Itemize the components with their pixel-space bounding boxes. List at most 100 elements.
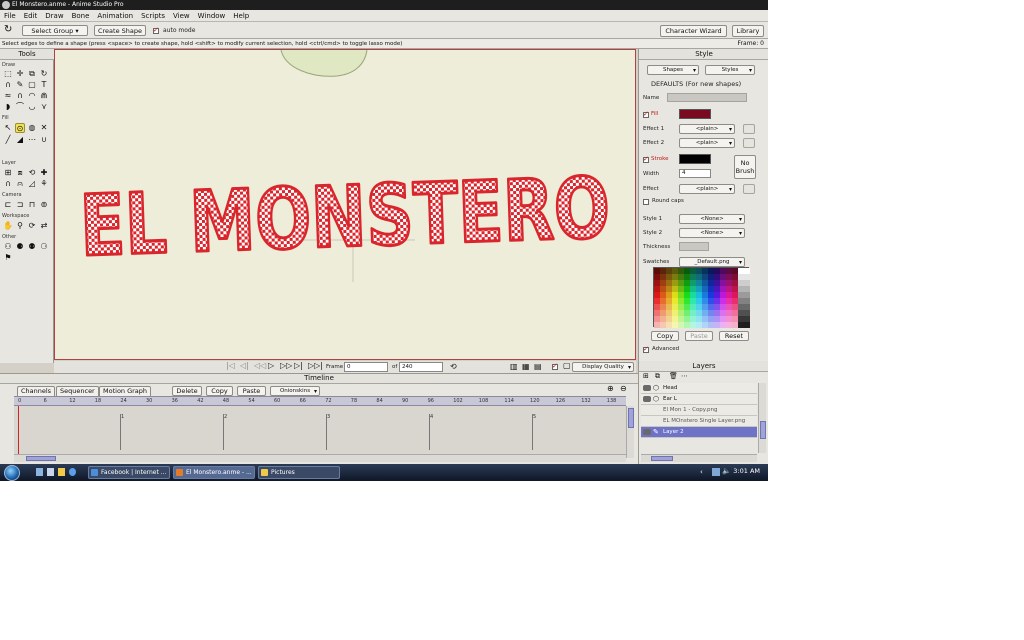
play-back-icon[interactable]: ◁◁ [254, 361, 266, 370]
auto-mode-checkbox[interactable] [153, 26, 159, 34]
text-icon[interactable]: T [39, 80, 49, 90]
timeline-scrollbar[interactable] [626, 406, 634, 458]
frame-input[interactable]: 0 [344, 362, 388, 372]
effect1-edit-button[interactable] [743, 124, 755, 134]
new-layer-icon[interactable]: ⊞ [643, 372, 649, 380]
bone-tool-icon[interactable]: ⚈ [15, 242, 25, 252]
shear-icon[interactable]: ⋒ [39, 91, 49, 101]
styles-dropdown[interactable]: Styles [705, 65, 755, 75]
advanced-checkbox[interactable] [643, 345, 649, 353]
menu-view[interactable]: View [173, 12, 190, 20]
bend-icon[interactable]: ◗ [3, 102, 13, 112]
task-anime-studio[interactable]: El Monstero.anme - ... [173, 466, 255, 479]
layers-hscrollbar[interactable] [641, 454, 757, 462]
roll-camera-icon[interactable]: ⊓ [27, 200, 37, 210]
shear-layer-icon[interactable]: ⩀ [15, 179, 25, 189]
switch-layer-icon[interactable]: ◿ [27, 179, 37, 189]
tray-expand-icon[interactable]: ‹ [700, 468, 703, 476]
paint-bucket-icon[interactable]: ◍ [27, 123, 37, 133]
extra-tool-icon[interactable]: ⚑ [3, 253, 13, 263]
layers-scrollbar[interactable] [758, 383, 766, 453]
menu-draw[interactable]: Draw [45, 12, 63, 20]
frame-guide-icon[interactable]: ▦ [522, 362, 530, 371]
set-origin-icon[interactable]: ⊞ [3, 168, 13, 178]
effect2-edit-button[interactable] [743, 138, 755, 148]
effect2-dropdown[interactable]: <plain> [679, 138, 735, 148]
copy-style-button[interactable]: Copy [651, 331, 679, 341]
layer-row[interactable]: EL MOnstero Single Layer.png [641, 416, 757, 427]
copy-key-button[interactable]: Copy [206, 386, 233, 396]
step-back-icon[interactable]: ◁| [240, 361, 249, 370]
thickness-field[interactable] [679, 242, 709, 251]
layer-settings-icon[interactable]: ⋯ [681, 372, 688, 380]
paste-style-button[interactable]: Paste [685, 331, 713, 341]
delete-edge-icon[interactable]: ◡ [27, 102, 37, 112]
layer-row[interactable]: El Mon 1 - Copy.png [641, 405, 757, 416]
quicklaunch-folder-icon[interactable] [58, 468, 65, 476]
select-group-dropdown[interactable]: Select Group ▾ [22, 25, 88, 36]
lasso-icon[interactable]: ↻ [4, 24, 12, 35]
step-forward-icon[interactable]: ▷▷ [280, 361, 292, 370]
pan-tilt-camera-icon[interactable]: ⊚ [39, 200, 49, 210]
delete-key-button[interactable]: Delete [172, 386, 202, 396]
width-input[interactable]: 4 [679, 169, 711, 178]
timeline-scroll-thumb[interactable] [628, 408, 634, 428]
total-frames-input[interactable]: 240 [399, 362, 443, 372]
effect1-dropdown[interactable]: <plain> [679, 124, 735, 134]
effect-edit-button[interactable] [743, 184, 755, 194]
menu-edit[interactable]: Edit [24, 12, 38, 20]
quicklaunch-browser-icon[interactable] [69, 468, 76, 476]
play-icon[interactable]: ▷ [268, 361, 274, 370]
layer-row[interactable]: ⬡ Head [641, 383, 757, 394]
menu-bone[interactable]: Bone [72, 12, 90, 20]
drawing-canvas[interactable]: EL MONSTERO [54, 49, 636, 360]
perspective-icon[interactable]: ◠ [27, 91, 37, 101]
scale-points-icon[interactable]: ⧉ [27, 69, 37, 79]
line-width-icon[interactable]: ╱ [3, 135, 13, 145]
curve-profile-icon[interactable]: ∪ [39, 135, 49, 145]
color-palette[interactable] [653, 267, 750, 328]
curvature-icon[interactable]: ≈ [3, 91, 13, 101]
display-quality-dropdown[interactable]: Display Quality [572, 362, 634, 372]
layer-visibility-icon[interactable] [643, 385, 651, 391]
shapes-dropdown[interactable]: Shapes [647, 65, 699, 75]
create-shape-icon[interactable]: ⊙ [15, 123, 25, 133]
grid-toggle-icon[interactable]: ▥ [510, 362, 518, 371]
palette-swatch[interactable] [744, 322, 750, 328]
end-icon[interactable]: ▷▷| [308, 361, 323, 370]
reset-style-button[interactable]: Reset [719, 331, 749, 341]
script-tool-icon[interactable]: ⚇ [3, 242, 13, 252]
start-button-icon[interactable] [4, 465, 20, 481]
select-shape-icon[interactable]: ↖ [3, 123, 13, 133]
layers-scroll-thumb[interactable] [760, 421, 766, 439]
style2-dropdown[interactable]: <None> [679, 228, 745, 238]
hand-pan-icon[interactable]: ✋ [3, 221, 13, 231]
zoom-workspace-icon[interactable]: ⚲ [15, 221, 25, 231]
zoom-in-timeline-icon[interactable]: ⊕ [607, 384, 614, 393]
track-camera-icon[interactable]: ⊏ [3, 200, 13, 210]
menu-help[interactable]: Help [233, 12, 249, 20]
fill-checkbox[interactable] [643, 110, 649, 118]
translate-points-icon[interactable]: ✛ [15, 69, 25, 79]
layer-row[interactable]: ⬡ Ear L [641, 394, 757, 405]
delete-layer-icon[interactable]: 🗑 [669, 372, 678, 380]
stroke-checkbox[interactable] [643, 155, 649, 163]
rotate-workspace-icon[interactable]: ⟳ [27, 221, 37, 231]
layer-visibility-icon[interactable] [643, 396, 651, 402]
noise-icon[interactable]: ⌒ [15, 102, 25, 112]
timeline-hscroll-thumb[interactable] [26, 456, 56, 461]
quicklaunch-desktop-icon[interactable] [36, 468, 43, 476]
hide-edge-icon[interactable]: ◢ [15, 135, 25, 145]
task-pictures[interactable]: Pictures [258, 466, 340, 479]
quicklaunch-switch-icon[interactable] [47, 468, 54, 476]
zoom-camera-icon[interactable]: ⊐ [15, 200, 25, 210]
timeline-hscrollbar[interactable] [14, 454, 626, 462]
delete-shape-icon[interactable]: ✕ [39, 123, 49, 133]
translate-layer-icon[interactable]: ✚ [39, 168, 49, 178]
network-icon[interactable] [712, 468, 720, 476]
menu-animation[interactable]: Animation [97, 12, 133, 20]
draw-shape-icon[interactable]: ▢ [27, 80, 37, 90]
rewind-icon[interactable]: |◁ [226, 361, 235, 370]
library-button[interactable]: Library [732, 25, 764, 37]
select-points-icon[interactable]: ⬚ [3, 69, 13, 79]
